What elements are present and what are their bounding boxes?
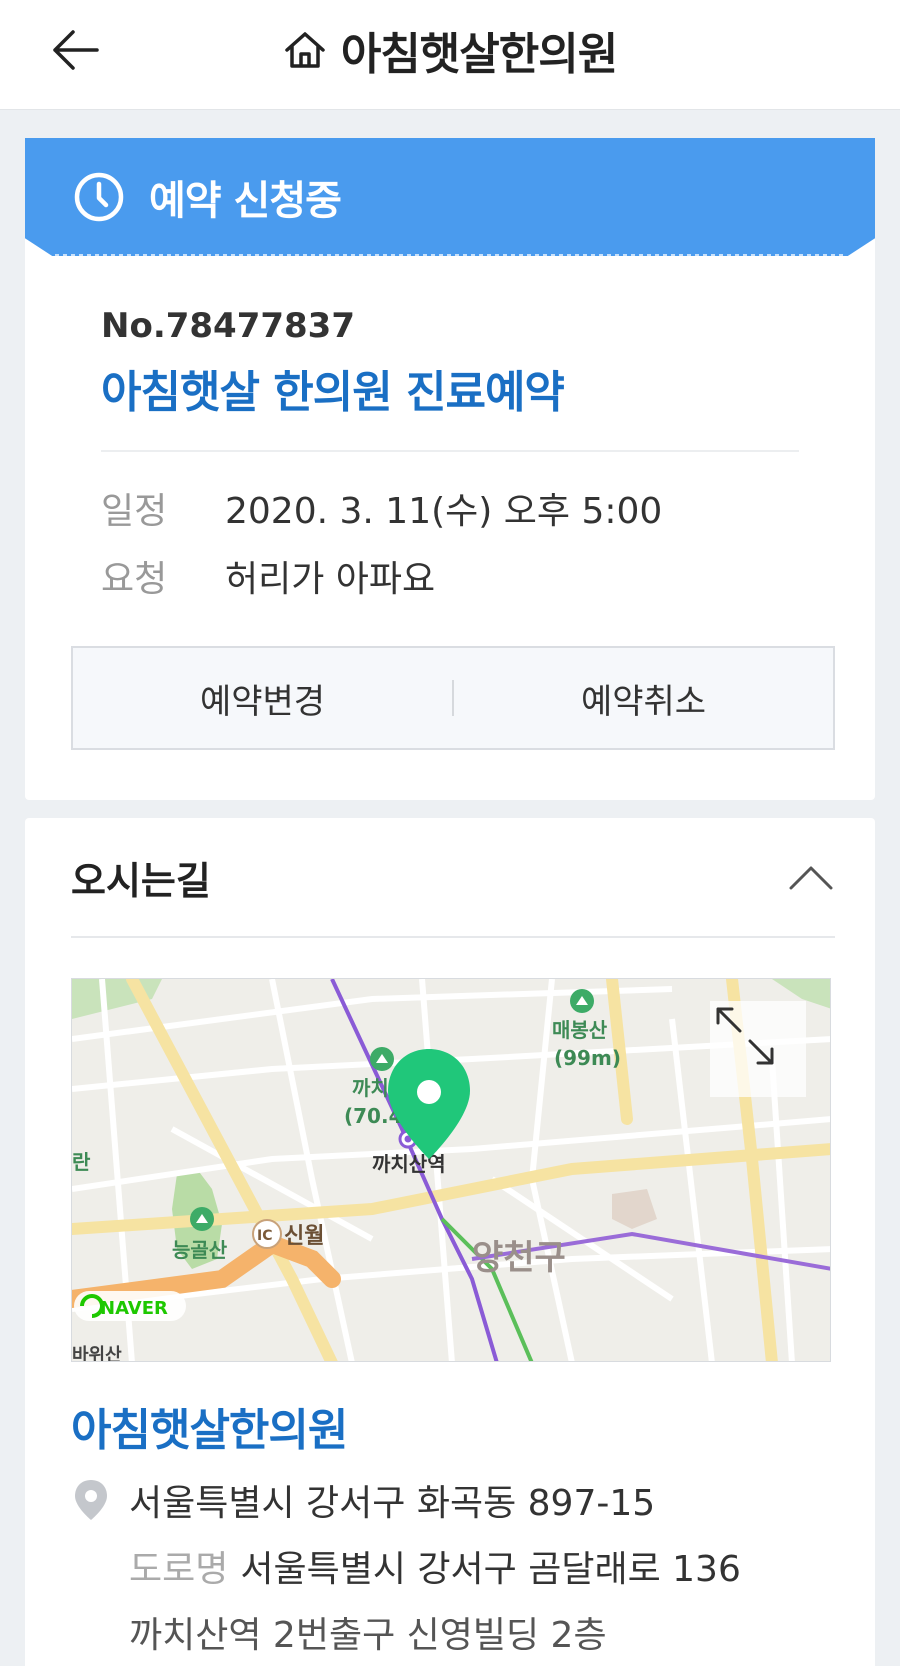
directions-title: 오시는길	[71, 859, 211, 903]
chevron-up-icon[interactable]	[787, 860, 835, 896]
address-detail: 까치산역 2번출구 신영빌딩 2층	[129, 1615, 607, 1656]
request-label: 요청	[101, 559, 168, 600]
map-view[interactable]: 매봉산 (99m) 까치 (70.4 능골산 까치산역 양천구 IC 신월 란 …	[71, 978, 831, 1362]
home-icon	[285, 32, 325, 68]
clock-icon	[74, 172, 124, 222]
naver-logo: NAVER	[100, 1298, 168, 1319]
schedule-label: 일정	[101, 491, 168, 532]
request-value: 허리가 아파요	[225, 559, 436, 600]
clinic-name: 아침햇살한의원	[71, 1405, 348, 1456]
map-label-edge: 바위산	[72, 1345, 122, 1362]
app-header: 아침햇살한의원	[0, 0, 900, 110]
road-address-text: 서울특별시 강서구 곰달래로 136	[240, 1549, 741, 1590]
map-label-mountain: 능골산	[172, 1238, 228, 1262]
address-row: 서울특별시 강서구 화곡동 897-15	[71, 1474, 655, 1526]
map-label-mountain-height: (99m)	[554, 1046, 621, 1070]
reservation-card: 예약 신청중 No.78477837 아침햇살 한의원 진료예약 일정 2020…	[25, 138, 875, 800]
reservation-number: No.78477837	[101, 306, 355, 346]
cancel-reservation-button[interactable]: 예약취소	[454, 648, 833, 748]
expand-map-button[interactable]	[710, 1001, 806, 1097]
divider	[101, 450, 799, 452]
header-title-group: 아침햇살한의원	[0, 18, 900, 82]
reservation-actions: 예약변경 예약취소	[71, 646, 835, 750]
directions-card: 오시는길 매봉산 (99m) 까치 (70.4 능골산 까치산역 양천구 IC …	[25, 818, 875, 1666]
divider	[71, 936, 835, 938]
status-text: 예약 신청중	[149, 178, 342, 224]
status-banner: 예약 신청중	[25, 138, 875, 256]
map-label-ic: IC	[257, 1228, 272, 1244]
change-reservation-button[interactable]: 예약변경	[73, 648, 452, 748]
address-text: 서울특별시 강서구 화곡동 897-15	[129, 1483, 656, 1524]
map-label-district: 양천구	[472, 1238, 566, 1278]
expand-arrows-icon	[716, 1007, 774, 1065]
map-label-mountain: 매봉산	[552, 1018, 608, 1042]
map-label-edge: 란	[72, 1150, 91, 1174]
page-title: 아침햇살한의원	[340, 29, 618, 80]
reservation-title: 아침햇살 한의원 진료예약	[101, 367, 565, 418]
location-pin-icon	[75, 1480, 107, 1520]
map-label-mountain: 까치	[352, 1076, 389, 1100]
road-address-label: 도로명	[129, 1549, 229, 1590]
schedule-value: 2020. 3. 11(수) 오후 5:00	[225, 491, 663, 532]
request-row: 요청 허리가 아파요	[101, 551, 435, 601]
road-address-row: 도로명 서울특별시 강서구 곰달래로 136	[129, 1540, 741, 1592]
schedule-row: 일정 2020. 3. 11(수) 오후 5:00	[101, 483, 662, 533]
map-label-station: 까치산역	[372, 1152, 446, 1176]
map-label-area: 신월	[284, 1224, 324, 1249]
